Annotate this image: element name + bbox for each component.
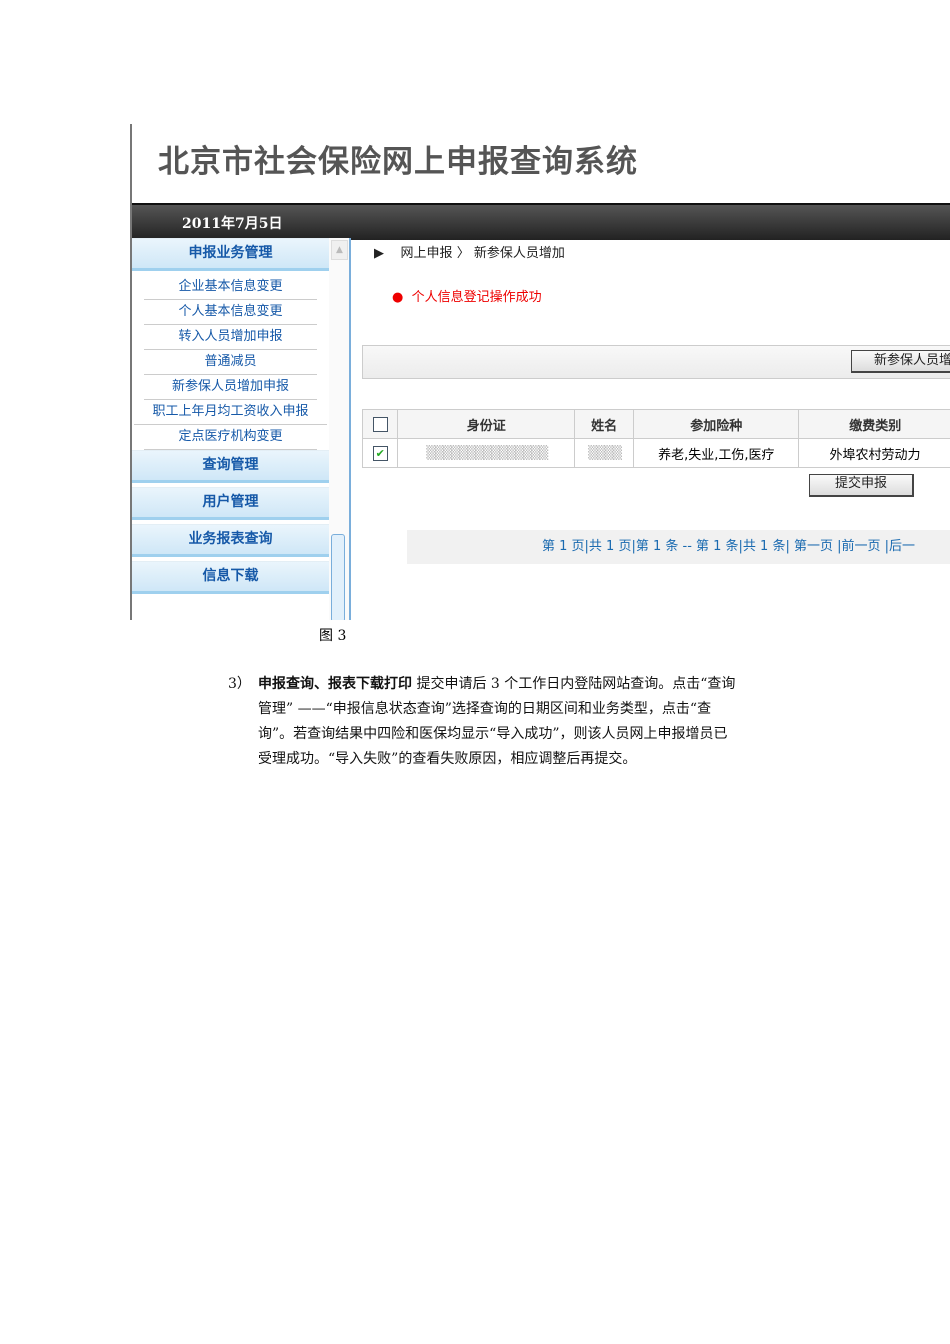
sidebar-group-user[interactable]: 用户管理: [132, 487, 329, 520]
para-line: 提交申请后 3 个工作日内登陆网站查询。点击“查询: [412, 676, 736, 692]
table-header-row: 身份证 姓名 参加险种 缴费类别: [361, 409, 950, 439]
success-message-text: 个人信息登记操作成功: [411, 290, 542, 305]
instruction-paragraph: 3） 申报查询、报表下载打印 提交申请后 3 个工作日内登陆网站查询。点击“查询 …: [228, 672, 838, 772]
breadcrumb-part[interactable]: 网上申报: [401, 246, 453, 261]
sidebar-scrollbar[interactable]: ▲: [329, 238, 351, 620]
sidebar: 申报业务管理 企业基本信息变更 个人基本信息变更 转入人员增加申报 普通减员 新…: [132, 238, 329, 620]
pager[interactable]: 第 1 页|共 1 页|第 1 条 -- 第 1 条|共 1 条| 第一页 |前…: [407, 530, 950, 564]
submit-button[interactable]: 提交申报: [809, 474, 914, 497]
step-heading: 申报查询、报表下载打印: [258, 676, 412, 692]
row-checkbox[interactable]: ✔: [372, 445, 388, 461]
sidebar-item[interactable]: 定点医疗机构变更: [144, 425, 317, 450]
scroll-thumb[interactable]: [331, 534, 345, 620]
breadcrumb-part: 新参保人员增加: [473, 246, 565, 261]
date: 2011年7月5日: [182, 216, 283, 232]
sidebar-item[interactable]: 新参保人员增加申报: [144, 375, 317, 400]
sidebar-group-declare[interactable]: 申报业务管理: [132, 238, 329, 271]
para-line: 管理” ——“申报信息状态查询”选择查询的日期区间和业务类型，点击“查: [258, 701, 712, 717]
system-title: 北京市社会保险网上申报查询系统: [158, 144, 638, 180]
success-message: ● 个人信息登记操作成功: [392, 290, 542, 305]
main-content: ▶ 网上申报 〉 新参保人员增加 ● 个人信息登记操作成功 新参保人员增 身份证…: [361, 238, 950, 620]
category-cell: 外埠农村劳动力: [798, 438, 950, 468]
toolbar: 新参保人员增: [362, 345, 950, 379]
sidebar-group-report[interactable]: 业务报表查询: [132, 524, 329, 557]
figure-caption: 图 3: [319, 628, 347, 644]
sidebar-item[interactable]: 职工上年月均工资收入申报: [134, 400, 327, 425]
breadcrumb: ▶ 网上申报 〉 新参保人员增加: [374, 242, 565, 261]
name-redacted: ▒▒▒▒: [574, 438, 635, 468]
sidebar-item[interactable]: 转入人员增加申报: [144, 325, 317, 350]
select-all-checkbox[interactable]: [372, 416, 388, 432]
sidebar-item[interactable]: 企业基本信息变更: [144, 275, 317, 300]
data-table: 身份证 姓名 参加险种 缴费类别 ✔ ▒▒▒▒▒▒▒▒▒▒▒▒▒▒▒ ▒▒▒▒ …: [361, 409, 950, 468]
para-line: 受理成功。“导入失败”的查看失败原因，相应调整后再提交。: [258, 751, 637, 767]
col-name: 姓名: [574, 409, 635, 439]
id-redacted: ▒▒▒▒▒▒▒▒▒▒▒▒▒▒▒: [397, 438, 576, 468]
col-category: 缴费类别: [798, 409, 950, 439]
table-row: ✔ ▒▒▒▒▒▒▒▒▒▒▒▒▒▒▒ ▒▒▒▒ 养老,失业,工伤,医疗 外埠农村劳…: [361, 438, 950, 468]
para-line: 询”。若查询结果中四险和医保均显示“导入成功”，则该人员网上申报增员已: [258, 726, 728, 742]
sidebar-group-download[interactable]: 信息下载: [132, 561, 329, 594]
embedded-screenshot: 北京市社会保险网上申报查询系统 2011年7月5日 申报业务管理 企业基本信息变…: [130, 124, 950, 620]
col-insurance: 参加险种: [633, 409, 800, 439]
breadcrumb-arrow-icon: ▶: [374, 246, 384, 261]
sidebar-item[interactable]: 个人基本信息变更: [144, 300, 317, 325]
scroll-up-icon[interactable]: ▲: [331, 240, 348, 260]
col-id: 身份证: [397, 409, 576, 439]
add-new-insured-button[interactable]: 新参保人员增: [851, 350, 950, 373]
breadcrumb-sep: 〉: [456, 246, 470, 261]
sidebar-item[interactable]: 普通减员: [144, 350, 317, 375]
sidebar-group-query[interactable]: 查询管理: [132, 450, 329, 483]
insurance-cell: 养老,失业,工伤,医疗: [633, 438, 800, 468]
step-number: 3）: [228, 676, 251, 692]
date-bar: 2011年7月5日: [132, 203, 950, 240]
